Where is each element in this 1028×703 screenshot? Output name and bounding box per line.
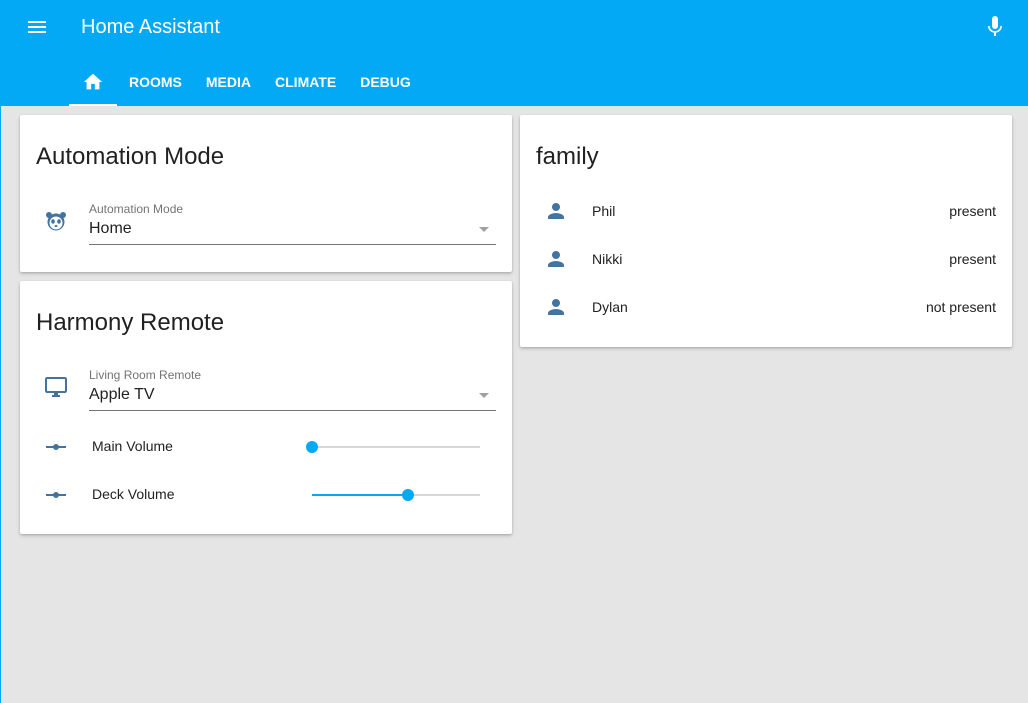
app-title: Home Assistant xyxy=(81,16,220,38)
slider-track xyxy=(312,446,480,448)
family-card: family Phil present Nikki present Dylan … xyxy=(520,115,1012,347)
microphone-icon[interactable] xyxy=(983,14,1007,40)
person-icon xyxy=(544,199,568,223)
left-edge-stripe xyxy=(0,106,1,703)
member-name: Phil xyxy=(592,203,616,219)
dropdown-arrow-icon xyxy=(479,393,489,398)
card-title: Harmony Remote xyxy=(36,309,225,336)
dropdown-arrow-icon xyxy=(479,227,489,232)
app-toolbar: Home Assistant ROOMS MEDIA CLIMATE DEBUG xyxy=(0,0,1028,106)
home-icon xyxy=(83,73,103,90)
slider-fill xyxy=(312,494,408,496)
slider-knob[interactable] xyxy=(401,489,414,501)
member-name: Dylan xyxy=(592,299,628,315)
deck-volume-label: Deck Volume xyxy=(92,486,175,502)
select-label: Living Room Remote xyxy=(89,368,202,382)
menu-icon[interactable] xyxy=(25,15,49,39)
person-icon xyxy=(544,295,568,319)
deck-volume-slider[interactable] xyxy=(312,485,480,505)
member-state: present xyxy=(949,251,996,267)
slider-knob[interactable] xyxy=(306,441,318,453)
select-value: Apple TV xyxy=(89,386,155,403)
living-room-remote-select[interactable]: Living Room Remote Apple TV xyxy=(89,366,496,411)
panda-icon xyxy=(44,209,68,233)
card-title: Automation Mode xyxy=(36,143,225,170)
main-volume-label: Main Volume xyxy=(92,438,173,454)
tab-climate[interactable]: CLIMATE xyxy=(263,58,348,106)
member-name: Nikki xyxy=(592,251,623,267)
harmony-remote-card: Harmony Remote Living Room Remote Apple … xyxy=(20,281,512,534)
automation-mode-select[interactable]: Automation Mode Home xyxy=(89,200,496,245)
tab-home[interactable] xyxy=(69,58,117,106)
member-state: not present xyxy=(925,299,996,315)
card-title: family xyxy=(536,143,599,170)
monitor-icon xyxy=(44,375,68,399)
member-state: present xyxy=(949,203,996,219)
tab-rooms[interactable]: ROOMS xyxy=(117,58,194,106)
tab-debug[interactable]: DEBUG xyxy=(348,58,423,106)
main-volume-slider[interactable] xyxy=(306,437,480,457)
slider-icon xyxy=(44,483,68,507)
slider-icon xyxy=(44,435,68,459)
automation-mode-card: Automation Mode Automation Mode Home xyxy=(20,115,512,272)
person-icon xyxy=(544,247,568,271)
select-label: Automation Mode xyxy=(89,202,184,216)
tab-media[interactable]: MEDIA xyxy=(194,58,263,106)
tab-bar: ROOMS MEDIA CLIMATE DEBUG xyxy=(69,58,423,106)
select-value: Home xyxy=(89,220,132,237)
